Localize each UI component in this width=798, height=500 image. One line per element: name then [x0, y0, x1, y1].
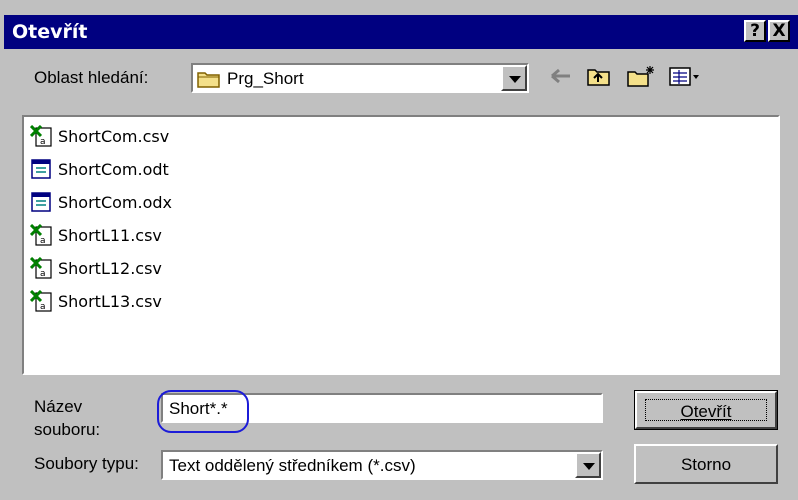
open-dialog: Otevřít ? X Oblast hledání: Prg_Short a S…	[0, 0, 798, 500]
open-button-label: Otevřít	[680, 402, 732, 421]
open-button[interactable]: Otevřít	[634, 390, 778, 430]
help-button[interactable]: ?	[744, 20, 766, 42]
filename-label-line2: souboru:	[34, 420, 101, 439]
filetype-label: Soubory typu:	[34, 454, 139, 473]
file-name: ShortL11.csv	[58, 226, 162, 245]
excel-csv-icon: a	[30, 125, 52, 147]
excel-csv-icon: a	[30, 290, 52, 312]
cancel-button[interactable]: Storno	[634, 444, 778, 484]
filename-label-line1: Název	[34, 397, 83, 416]
svg-text:a: a	[40, 236, 46, 246]
close-button[interactable]: X	[768, 20, 790, 42]
excel-csv-icon: a	[30, 224, 52, 246]
dialog-title: Otevřít	[12, 21, 88, 43]
data-file-icon	[31, 159, 51, 179]
back-arrow-icon[interactable]	[548, 64, 574, 88]
view-menu-icon[interactable]	[668, 64, 702, 88]
data-file-icon	[31, 192, 51, 212]
filetype-dropdown-button[interactable]	[575, 452, 601, 478]
title-bar: Otevřít ? X	[4, 15, 798, 49]
svg-text:a: a	[40, 302, 46, 312]
chevron-down-icon	[509, 76, 521, 83]
file-name: ShortCom.odx	[58, 193, 172, 212]
up-folder-icon[interactable]	[586, 64, 612, 88]
lookin-combo[interactable]: Prg_Short	[191, 63, 529, 93]
filetype-value: Text oddělený středníkem (*.csv)	[169, 456, 416, 475]
file-name: ShortCom.csv	[58, 127, 170, 146]
cancel-button-label: Storno	[680, 455, 732, 474]
svg-text:a: a	[40, 269, 46, 279]
lookin-value: Prg_Short	[227, 69, 304, 88]
folder-icon	[197, 72, 220, 88]
excel-csv-icon: a	[30, 257, 52, 279]
filetype-combo[interactable]: Text oddělený středníkem (*.csv)	[161, 450, 603, 480]
lookin-label: Oblast hledání:	[34, 68, 149, 87]
new-folder-icon[interactable]	[626, 64, 656, 88]
svg-text:a: a	[40, 137, 46, 147]
lookin-dropdown-button[interactable]	[501, 65, 527, 91]
file-name: ShortCom.odt	[58, 160, 169, 179]
highlight-circle	[157, 390, 249, 433]
file-list[interactable]: a ShortCom.csv ShortCom.odt ShortCom.odx a Sh…	[22, 115, 780, 375]
file-name: ShortL13.csv	[58, 292, 162, 311]
file-name: ShortL12.csv	[58, 259, 162, 278]
chevron-down-icon	[583, 463, 595, 470]
